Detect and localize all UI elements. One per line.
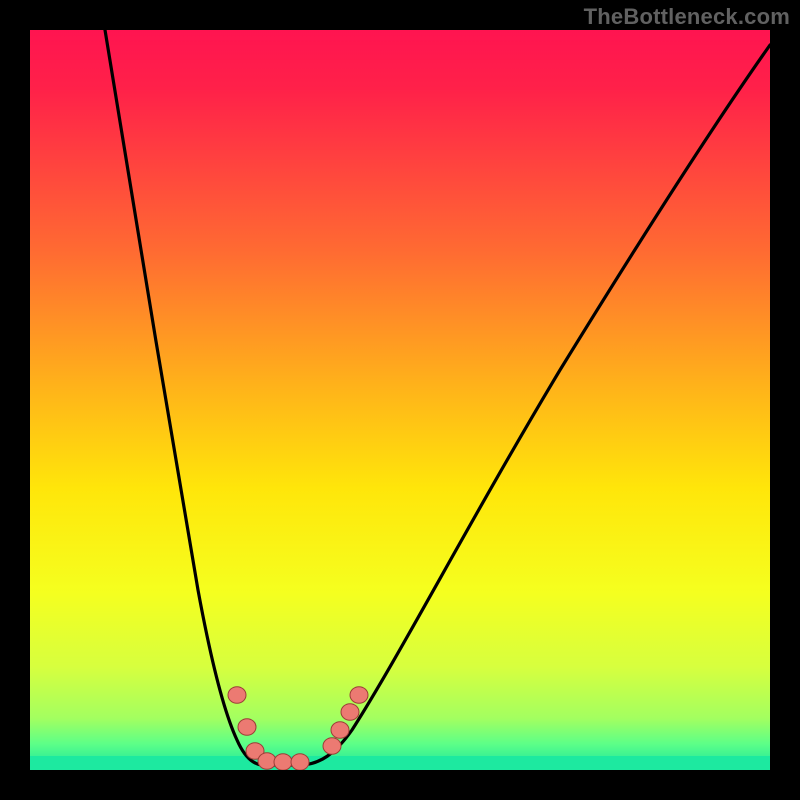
watermark-text: TheBottleneck.com (584, 4, 790, 30)
chart-svg (0, 0, 800, 800)
valley-marker (274, 754, 292, 771)
valley-marker (238, 719, 256, 736)
valley-marker (341, 704, 359, 721)
green-baseline (30, 756, 770, 770)
valley-marker (331, 722, 349, 739)
valley-marker (291, 754, 309, 771)
gradient-field (30, 30, 770, 770)
valley-marker (258, 753, 276, 770)
valley-marker (323, 738, 341, 755)
valley-marker (350, 687, 368, 704)
valley-marker (228, 687, 246, 704)
chart-frame: TheBottleneck.com (0, 0, 800, 800)
